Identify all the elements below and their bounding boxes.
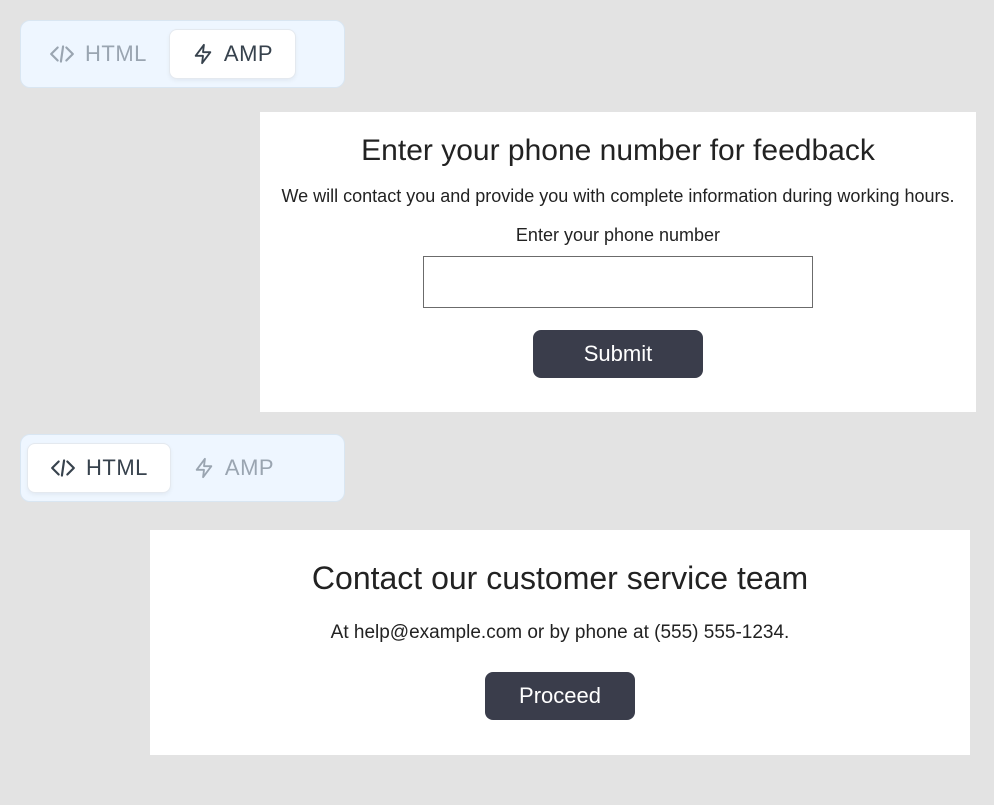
lightning-icon xyxy=(193,457,215,479)
phone-field-label: Enter your phone number xyxy=(280,225,956,246)
proceed-button[interactable]: Proceed xyxy=(485,672,635,720)
tab-html[interactable]: HTML xyxy=(27,30,169,78)
lightning-icon xyxy=(192,43,214,65)
card-title: Contact our customer service team xyxy=(170,560,950,597)
submit-button[interactable]: Submit xyxy=(533,330,703,378)
tab-label: HTML xyxy=(85,41,147,67)
phone-input[interactable] xyxy=(423,256,813,308)
card-subtitle: At help@example.com or by phone at (555)… xyxy=(170,622,950,644)
format-switcher-2: HTML AMP xyxy=(20,434,345,502)
tab-label: HTML xyxy=(86,455,148,481)
contact-card: Contact our customer service team At hel… xyxy=(150,530,970,755)
feedback-card: Enter your phone number for feedback We … xyxy=(260,112,976,412)
tab-amp[interactable]: AMP xyxy=(171,444,296,492)
code-icon xyxy=(50,455,76,481)
tab-html[interactable]: HTML xyxy=(27,443,171,493)
code-icon xyxy=(49,41,75,67)
card-subtitle: We will contact you and provide you with… xyxy=(280,186,956,207)
tab-amp[interactable]: AMP xyxy=(169,29,296,79)
format-switcher-1: HTML AMP xyxy=(20,20,345,88)
tab-label: AMP xyxy=(225,455,274,481)
tab-label: AMP xyxy=(224,41,273,67)
card-title: Enter your phone number for feedback xyxy=(280,134,956,168)
